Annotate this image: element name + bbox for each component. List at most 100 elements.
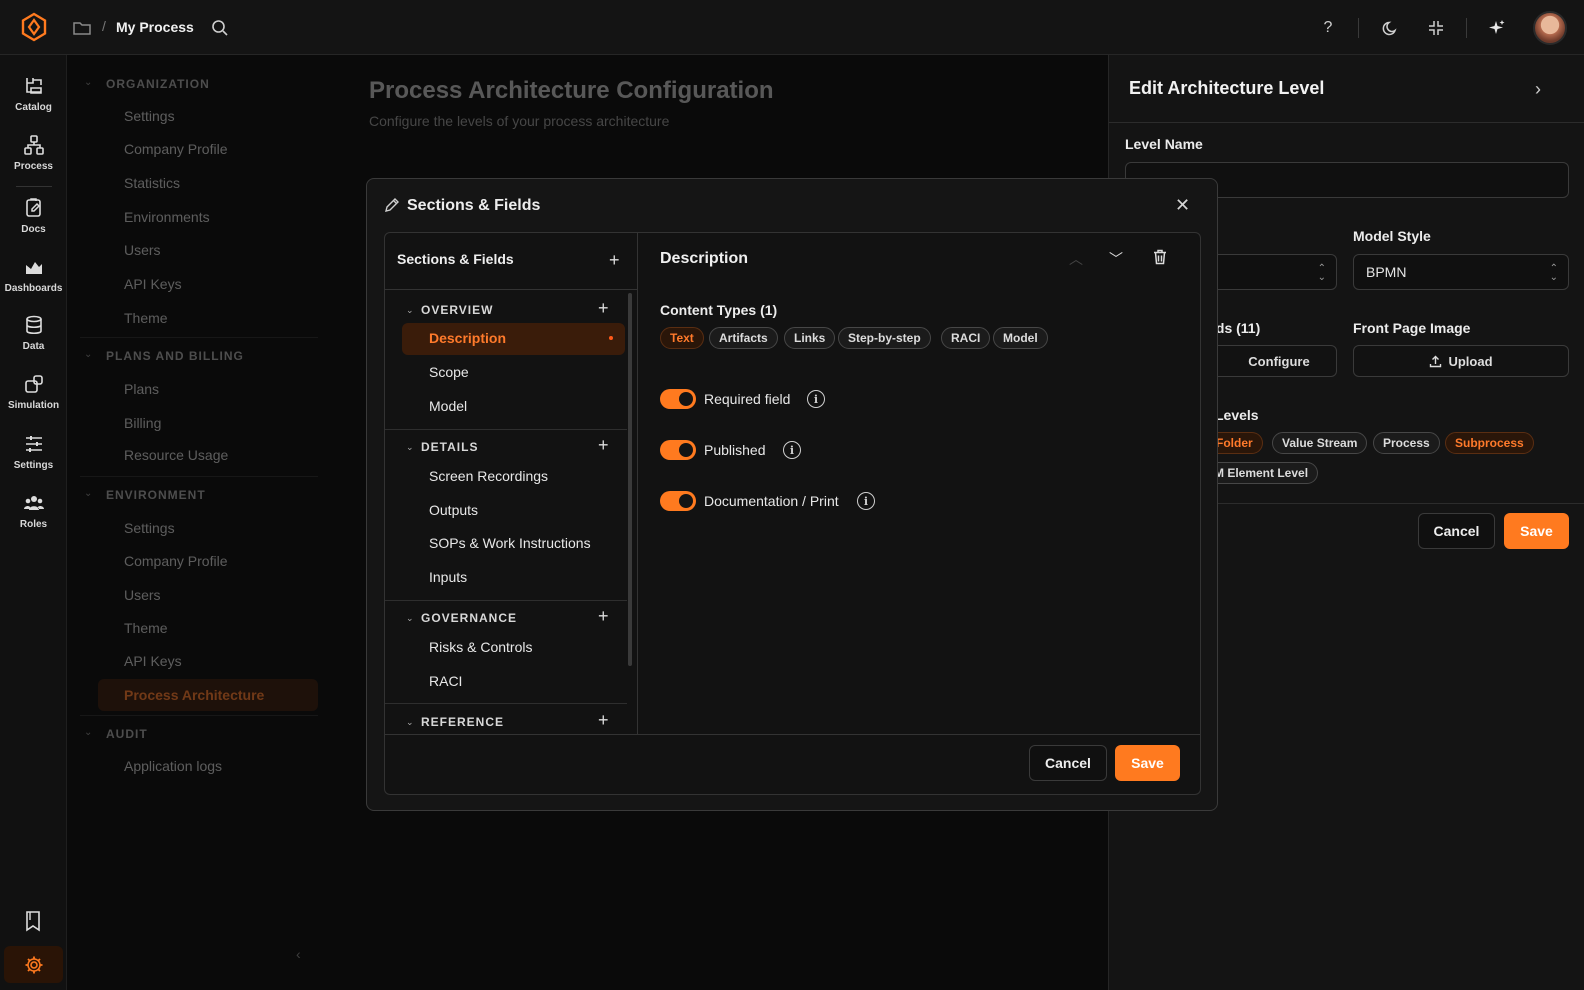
content-type-chip[interactable]: Links bbox=[784, 327, 836, 349]
rail-catalog[interactable]: Catalog bbox=[0, 75, 67, 113]
field-item-active[interactable]: Description bbox=[429, 330, 506, 346]
help-icon[interactable]: ? bbox=[1317, 17, 1339, 39]
modal-cancel-button[interactable]: Cancel bbox=[1029, 745, 1107, 781]
chevron-down-icon[interactable]: ⌄ bbox=[84, 349, 92, 360]
rail-settings[interactable]: Settings bbox=[0, 433, 67, 471]
rail-label: Dashboards bbox=[4, 283, 63, 294]
content-type-chip[interactable]: Artifacts bbox=[709, 327, 778, 349]
nav-item[interactable]: Company Profile bbox=[124, 553, 228, 569]
nav-divider bbox=[80, 476, 318, 477]
bookmark-icon[interactable] bbox=[22, 910, 44, 932]
chevron-down-icon[interactable]: ⌄ bbox=[84, 727, 92, 738]
nav-item[interactable]: Users bbox=[124, 242, 161, 258]
move-down-icon[interactable]: ﹀ bbox=[1109, 249, 1123, 269]
rail-simulation[interactable]: Simulation bbox=[0, 373, 67, 411]
nav-item[interactable]: Resource Usage bbox=[124, 447, 228, 463]
section-header[interactable]: REFERENCE bbox=[421, 715, 504, 729]
documentation-print-toggle[interactable] bbox=[660, 491, 696, 511]
section-header[interactable]: GOVERNANCE bbox=[421, 611, 517, 625]
section-header[interactable]: DETAILS bbox=[421, 440, 478, 454]
content-type-chip[interactable]: Model bbox=[993, 327, 1048, 349]
content-type-chip[interactable]: RACI bbox=[941, 327, 991, 349]
required-field-toggle[interactable] bbox=[660, 389, 696, 409]
content-type-chip[interactable]: Step-by-step bbox=[838, 327, 931, 349]
level-chip[interactable]: M Element Level bbox=[1205, 462, 1319, 484]
nav-item[interactable]: Environments bbox=[124, 209, 210, 225]
add-field-icon[interactable]: + bbox=[598, 299, 609, 317]
nav-item-active[interactable]: Process Architecture bbox=[124, 687, 264, 703]
chevron-down-icon[interactable]: ⌄ bbox=[406, 305, 414, 316]
add-field-icon[interactable]: + bbox=[598, 711, 609, 729]
nav-item[interactable]: Users bbox=[124, 587, 161, 603]
user-avatar[interactable] bbox=[1533, 11, 1567, 45]
chevron-right-icon[interactable]: › bbox=[1535, 79, 1541, 100]
toggle-label: Required field bbox=[704, 391, 791, 407]
section-header[interactable]: OVERVIEW bbox=[421, 303, 493, 317]
ai-sparkle-icon[interactable] bbox=[1486, 17, 1508, 39]
left-rail: Catalog Process Docs Dashboards Data Sim… bbox=[0, 55, 67, 990]
nav-item[interactable]: Company Profile bbox=[124, 141, 228, 157]
content-type-chip[interactable]: Text bbox=[660, 327, 704, 349]
chevron-down-icon[interactable]: ⌄ bbox=[84, 77, 92, 88]
chevron-down-icon[interactable]: ⌄ bbox=[406, 613, 414, 624]
close-icon[interactable]: ✕ bbox=[1175, 195, 1190, 216]
nav-item[interactable]: Theme bbox=[124, 310, 168, 326]
field-item[interactable]: Screen Recordings bbox=[429, 468, 548, 484]
nav-item[interactable]: Theme bbox=[124, 620, 168, 636]
rail-data[interactable]: Data bbox=[0, 314, 67, 352]
add-field-icon[interactable]: + bbox=[598, 436, 609, 454]
rail-docs[interactable]: Docs bbox=[0, 197, 67, 235]
info-icon[interactable]: i bbox=[807, 390, 825, 408]
field-item[interactable]: SOPs & Work Instructions bbox=[429, 535, 591, 551]
rail-dashboards[interactable]: Dashboards bbox=[0, 256, 67, 294]
panel-save-button[interactable]: Save bbox=[1504, 513, 1569, 549]
nav-group-title: PLANS AND BILLING bbox=[106, 349, 244, 363]
field-item[interactable]: RACI bbox=[429, 673, 462, 689]
nav-item[interactable]: Settings bbox=[124, 108, 175, 124]
chevron-down-icon[interactable]: ⌄ bbox=[84, 488, 92, 499]
configure-label: Configure bbox=[1248, 353, 1310, 369]
field-item[interactable]: Model bbox=[429, 398, 467, 414]
field-item[interactable]: Inputs bbox=[429, 569, 467, 585]
breadcrumb-title[interactable]: My Process bbox=[116, 19, 194, 35]
upload-button[interactable]: Upload bbox=[1353, 345, 1569, 377]
level-chip[interactable]: Value Stream bbox=[1272, 432, 1368, 454]
field-item[interactable]: Outputs bbox=[429, 502, 478, 518]
list-scrollbar[interactable] bbox=[628, 293, 632, 666]
modal-save-button[interactable]: Save bbox=[1115, 745, 1180, 781]
system-settings-button[interactable] bbox=[4, 946, 63, 983]
nav-item[interactable]: API Keys bbox=[124, 276, 182, 292]
nav-item[interactable]: Plans bbox=[124, 381, 159, 397]
rail-roles[interactable]: Roles bbox=[0, 492, 67, 530]
list-title: Sections & Fields bbox=[397, 251, 514, 267]
level-chip[interactable]: Process bbox=[1373, 432, 1440, 454]
field-item[interactable]: Risks & Controls bbox=[429, 639, 532, 655]
move-up-icon[interactable]: ︿ bbox=[1069, 249, 1083, 269]
rail-process[interactable]: Process bbox=[0, 134, 67, 172]
panel-cancel-button[interactable]: Cancel bbox=[1418, 513, 1495, 549]
info-icon[interactable]: i bbox=[783, 441, 801, 459]
collapse-icon[interactable] bbox=[1425, 17, 1447, 39]
collapse-nav-icon[interactable]: ‹ bbox=[296, 946, 301, 962]
app-logo-icon[interactable] bbox=[18, 11, 50, 43]
field-item[interactable]: Scope bbox=[429, 364, 469, 380]
add-field-icon[interactable]: + bbox=[598, 607, 609, 625]
model-style-select[interactable]: BPMN ⌃ ⌄ bbox=[1353, 254, 1569, 290]
level-chip[interactable]: Subprocess bbox=[1445, 432, 1534, 454]
info-icon[interactable]: i bbox=[857, 492, 875, 510]
nav-item[interactable]: Statistics bbox=[124, 175, 180, 191]
trash-icon[interactable] bbox=[1151, 248, 1169, 266]
nav-item[interactable]: Settings bbox=[124, 520, 175, 536]
dark-mode-icon[interactable] bbox=[1380, 17, 1402, 39]
levels-label: Levels bbox=[1215, 407, 1259, 423]
search-icon[interactable] bbox=[210, 18, 230, 38]
published-toggle[interactable] bbox=[660, 440, 696, 460]
nav-item[interactable]: Billing bbox=[124, 415, 161, 431]
add-section-icon[interactable]: + bbox=[609, 251, 620, 269]
chevron-down-icon[interactable]: ⌄ bbox=[406, 717, 414, 728]
folder-icon[interactable] bbox=[72, 18, 92, 38]
chevron-down-icon[interactable]: ⌄ bbox=[406, 442, 414, 453]
nav-item[interactable]: API Keys bbox=[124, 653, 182, 669]
toggle-label: Published bbox=[704, 442, 766, 458]
nav-item[interactable]: Application logs bbox=[124, 758, 222, 774]
